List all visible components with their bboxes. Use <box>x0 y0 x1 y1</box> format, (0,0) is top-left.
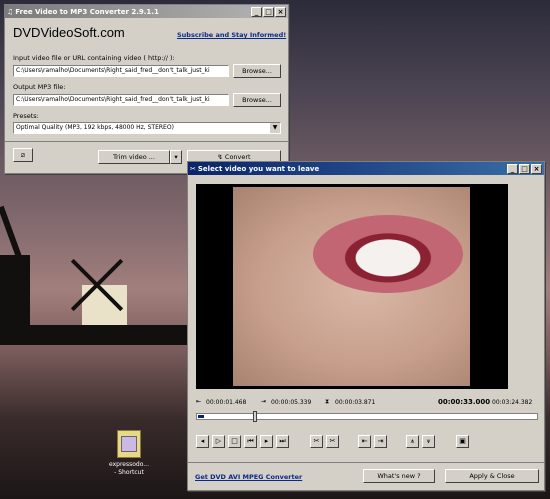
skip-forward-icon[interactable]: ⏭ <box>276 435 289 448</box>
video-select-window: ✂ Select video you want to leave _ □ × ⇤… <box>187 161 545 491</box>
seek-bar[interactable] <box>196 411 538 422</box>
scissors-icon: ✂ <box>190 164 196 173</box>
maximize-icon[interactable]: □ <box>519 163 530 174</box>
mark-out-icon[interactable]: ⩛ <box>422 435 435 448</box>
separator <box>5 141 288 142</box>
converter-title: Free Video to MP3 Converter 2.9.1.1 <box>15 7 159 16</box>
video-window-title: Select video you want to leave <box>197 164 320 173</box>
prev-frame-icon[interactable]: ◂ <box>196 435 209 448</box>
video-preview[interactable] <box>196 184 508 389</box>
presets-select[interactable]: Optimal Quality (MP3, 192 kbps, 48000 Hz… <box>13 122 281 134</box>
convert-icon: ↯ <box>217 153 225 161</box>
desktop-shortcut[interactable]: expressodo... - Shortcut <box>106 430 152 477</box>
video-frame <box>233 187 470 386</box>
cut-end-icon[interactable]: ✂ <box>326 435 339 448</box>
seek-thumb[interactable] <box>253 411 257 422</box>
app-icon: ♫ <box>7 7 14 16</box>
apply-close-button[interactable]: Apply & Close <box>445 469 539 483</box>
goto-end-marker-icon[interactable]: ⇥ <box>374 435 387 448</box>
start-time: 00:00:01.468 <box>206 399 247 406</box>
start-marker-icon: ⇤ <box>196 398 202 405</box>
minimize-icon[interactable]: _ <box>507 163 518 174</box>
video-titlebar[interactable]: ✂ Select video you want to leave _ □ × <box>188 162 544 175</box>
current-time: 00:00:33.000 <box>438 398 491 406</box>
output-label: Output MP3 file: <box>13 83 66 91</box>
video-frame-lips <box>313 215 463 293</box>
shortcut-label-line2: - Shortcut <box>114 469 144 476</box>
goto-start-marker-icon[interactable]: ⇤ <box>358 435 371 448</box>
separator <box>188 462 544 463</box>
presets-label: Presets: <box>13 112 39 120</box>
mark-in-icon[interactable]: ⩚ <box>406 435 419 448</box>
input-label: Input video file or URL containing video… <box>13 54 175 62</box>
close-icon[interactable]: × <box>275 6 286 17</box>
cut-start-icon[interactable]: ✂ <box>310 435 323 448</box>
chevron-down-icon[interactable]: ▼ <box>270 123 280 133</box>
duration: 00:00:03.871 <box>335 399 376 406</box>
trim-video-button[interactable]: Trim video ... <box>98 150 170 164</box>
duration-icon: ⧗ <box>325 398 330 405</box>
converter-titlebar[interactable]: ♫ Free Video to MP3 Converter 2.9.1.1 _ … <box>5 5 288 18</box>
play-icon[interactable]: ▷ <box>212 435 225 448</box>
shortcut-label-line1: expressodo... <box>109 461 149 468</box>
close-icon[interactable]: × <box>531 163 542 174</box>
whats-new-button[interactable]: What's new ? <box>363 469 435 483</box>
output-file-field[interactable]: C:\Users\ramalho\Documents\Right_said_fr… <box>13 94 229 106</box>
next-frame-icon[interactable]: ▸ <box>260 435 273 448</box>
file-shortcut-icon <box>117 430 141 458</box>
ground-silhouette <box>0 325 200 345</box>
converter-window: ♫ Free Video to MP3 Converter 2.9.1.1 _ … <box>4 4 289 174</box>
seek-progress <box>198 415 204 418</box>
subscribe-link[interactable]: Subscribe and Stay Informed! <box>177 31 286 39</box>
convert-label: Convert <box>224 153 251 161</box>
dvd-converter-link[interactable]: Get DVD AVI MPEG Converter <box>195 473 302 481</box>
maximize-icon[interactable]: □ <box>263 6 274 17</box>
skip-back-icon[interactable]: ⏮ <box>244 435 257 448</box>
end-marker-icon: ⇥ <box>261 398 267 405</box>
settings-icon[interactable]: ⧄ <box>13 148 33 162</box>
minimize-icon[interactable]: _ <box>251 6 262 17</box>
brand-logo: DVDVideoSoft.com <box>13 25 125 40</box>
trim-dropdown-icon[interactable]: ▾ <box>170 150 182 164</box>
browse-input-button[interactable]: Browse... <box>233 64 281 78</box>
preset-value: Optimal Quality (MP3, 192 kbps, 48000 Hz… <box>16 124 174 131</box>
stop-icon[interactable]: □ <box>228 435 241 448</box>
input-file-field[interactable]: C:\Users\ramalho\Documents\Right_said_fr… <box>13 65 229 77</box>
total-time: 00:03:24.382 <box>492 399 533 406</box>
fullscreen-icon[interactable]: ▣ <box>456 435 469 448</box>
browse-output-button[interactable]: Browse... <box>233 93 281 107</box>
end-time: 00:00:05.339 <box>271 399 312 406</box>
